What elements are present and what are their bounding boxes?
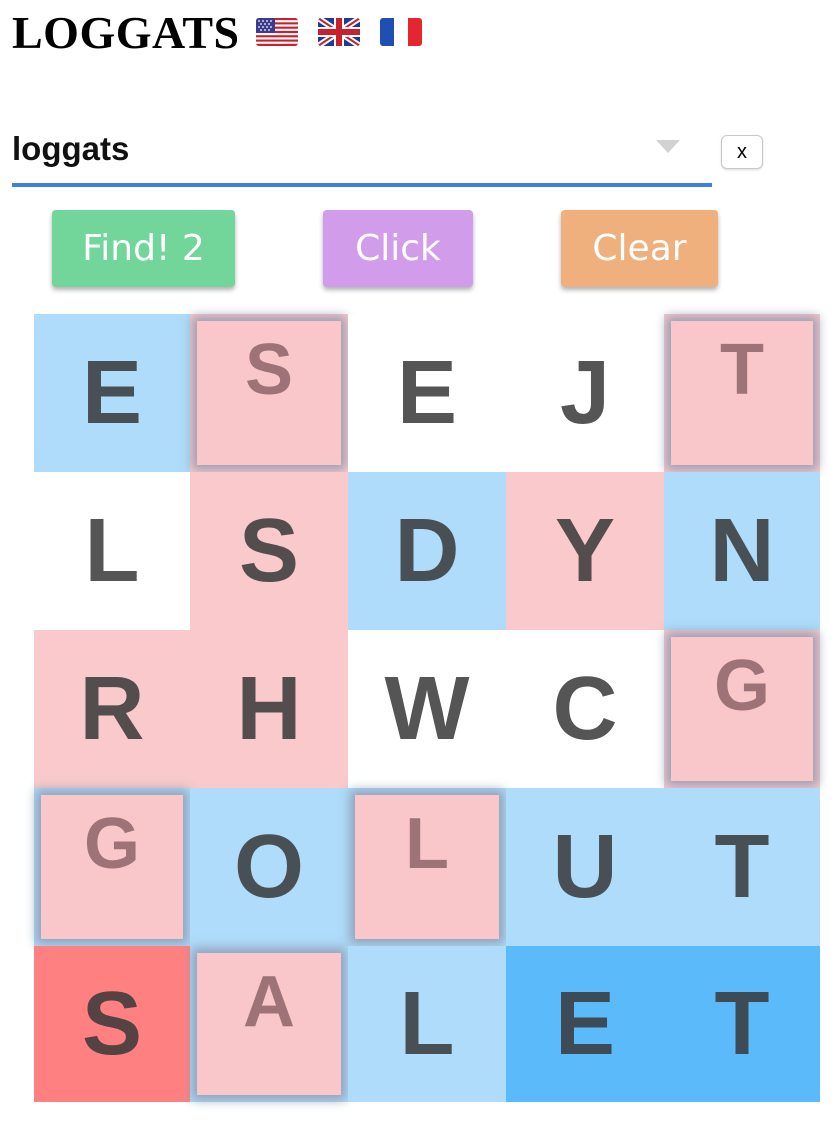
- selected-tile[interactable]: S: [197, 321, 341, 465]
- selected-tile[interactable]: T: [671, 321, 813, 465]
- selected-tile[interactable]: A: [197, 953, 341, 1095]
- grid-cell[interactable]: L: [348, 946, 506, 1102]
- grid-cell[interactable]: E: [34, 314, 190, 472]
- grid-cell[interactable]: J: [506, 314, 664, 472]
- selected-tile[interactable]: G: [41, 795, 183, 939]
- grid-cell[interactable]: S: [190, 472, 348, 630]
- select-underline: [12, 183, 712, 187]
- tile-letter: G: [713, 646, 770, 726]
- grid-cell[interactable]: T: [664, 946, 820, 1102]
- clear-select-button[interactable]: x: [721, 135, 763, 169]
- fr-flag-icon[interactable]: [379, 18, 422, 46]
- uk-flag-icon[interactable]: [317, 18, 360, 46]
- grid-cell[interactable]: S: [34, 946, 190, 1102]
- us-flag-icon[interactable]: [255, 18, 298, 46]
- clear-button[interactable]: Clear: [561, 210, 718, 287]
- grid-cell[interactable]: S: [190, 314, 348, 472]
- letter-grid: ESEJTLSDYNRHWCGGOLUTSALET: [34, 314, 820, 1102]
- grid-cell[interactable]: D: [348, 472, 506, 630]
- tile-letter: S: [244, 330, 294, 410]
- grid-cell[interactable]: W: [348, 630, 506, 788]
- grid-cell[interactable]: G: [664, 630, 820, 788]
- selected-tile[interactable]: G: [671, 637, 813, 781]
- grid-cell[interactable]: O: [190, 788, 348, 946]
- grid-cell[interactable]: E: [506, 946, 664, 1102]
- grid-cell[interactable]: G: [34, 788, 190, 946]
- grid-cell[interactable]: T: [664, 788, 820, 946]
- grid-cell[interactable]: H: [190, 630, 348, 788]
- tile-letter: L: [405, 804, 449, 884]
- tile-letter: T: [720, 330, 764, 410]
- dropdown-arrow-icon[interactable]: [656, 140, 680, 154]
- grid-cell[interactable]: T: [664, 314, 820, 472]
- select-value: loggats: [12, 130, 130, 167]
- grid-cell[interactable]: L: [34, 472, 190, 630]
- tile-letter: G: [83, 804, 140, 884]
- grid-cell[interactable]: N: [664, 472, 820, 630]
- find-button[interactable]: Find! 2: [52, 210, 235, 287]
- grid-cell[interactable]: R: [34, 630, 190, 788]
- grid-cell[interactable]: Y: [506, 472, 664, 630]
- grid-cell[interactable]: C: [506, 630, 664, 788]
- grid-cell[interactable]: A: [190, 946, 348, 1102]
- word-select[interactable]: loggats: [12, 118, 712, 186]
- grid-cell[interactable]: U: [506, 788, 664, 946]
- tile-letter: A: [243, 962, 295, 1042]
- selected-tile[interactable]: L: [355, 795, 499, 939]
- header: LOGGATS: [12, 6, 422, 58]
- grid-cell[interactable]: L: [348, 788, 506, 946]
- app-title: LOGGATS: [12, 6, 240, 58]
- click-button[interactable]: Click: [323, 210, 473, 287]
- grid-cell[interactable]: E: [348, 314, 506, 472]
